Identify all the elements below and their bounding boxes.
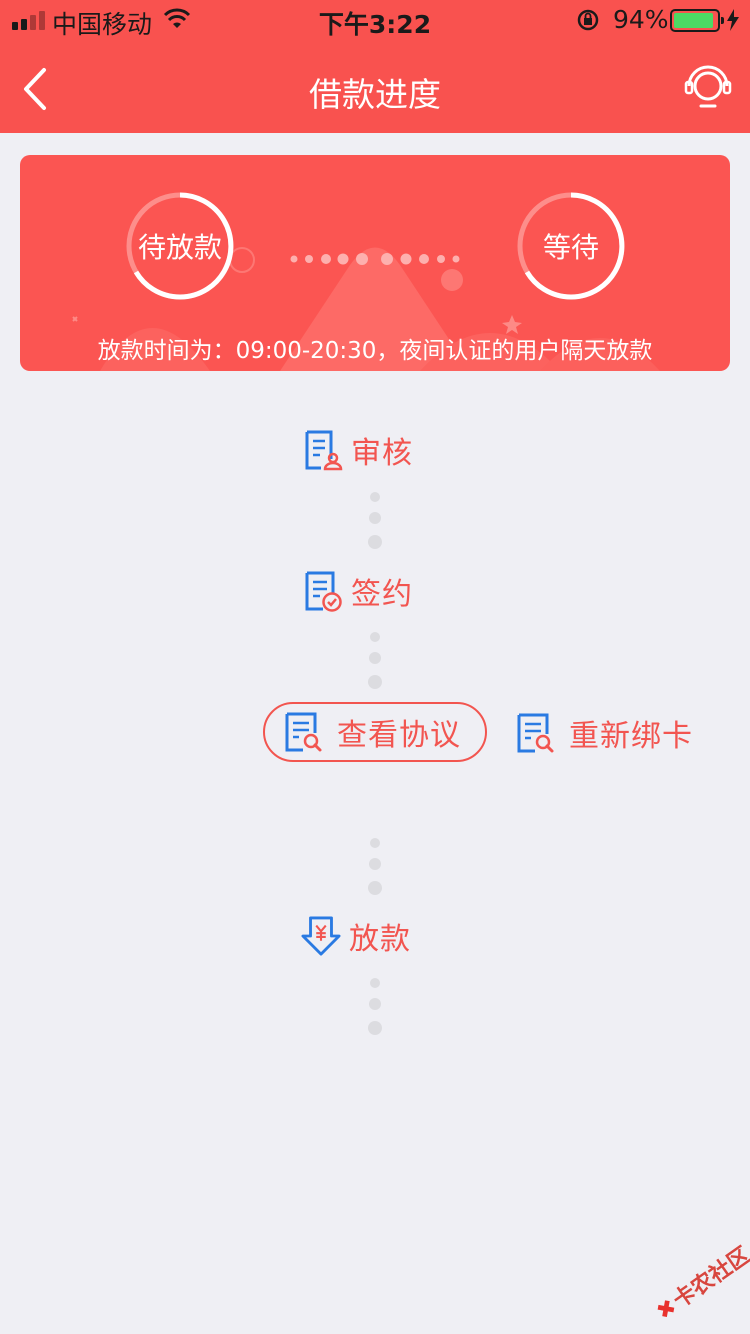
progress-dot <box>369 512 381 524</box>
progress-dot <box>369 998 381 1010</box>
rebind-card-search-icon <box>517 713 554 753</box>
progress-dot <box>370 838 380 848</box>
nav-bar: 借款进度 <box>0 40 750 133</box>
progress-dot <box>369 858 381 870</box>
step-review: 审核 <box>303 428 413 472</box>
status-ring-left: 待放款 <box>126 192 234 300</box>
agreement-search-icon <box>285 712 322 752</box>
rotation-lock-icon <box>577 9 599 31</box>
step-sign-label: 签约 <box>351 577 413 612</box>
status-bar: 中国移动 下午3:22 94% <box>0 0 750 40</box>
status-ring-right: 等待 <box>517 192 625 300</box>
step-disburse: 放款 <box>301 914 411 958</box>
review-document-icon <box>305 430 343 471</box>
progress-dot <box>370 632 380 642</box>
step-review-label: 审核 <box>351 436 413 471</box>
progress-dot <box>368 1021 382 1035</box>
progress-dot <box>368 675 382 689</box>
progress-dot <box>368 881 382 895</box>
pending-disbursement-label: 待放款 <box>137 231 222 264</box>
battery-icon <box>670 9 724 32</box>
progress-dot <box>369 652 381 664</box>
disburse-yen-arrow-icon <box>301 916 341 956</box>
status-banner: 待放款 等待 放款时间为：09:00-20:30，夜间认证的用户隔天放款 <box>20 155 730 371</box>
watermark-text: 卡农社区 <box>668 1242 750 1314</box>
view-agreement-button[interactable]: 查看协议 <box>263 702 487 762</box>
watermark-logo: ✖卡农社区 <box>649 1238 750 1326</box>
progress-dot <box>368 535 382 549</box>
rebind-card-button[interactable]: 重新绑卡 <box>515 711 693 755</box>
progress-dot <box>370 978 380 988</box>
sign-document-icon <box>305 571 342 612</box>
rebind-card-label: 重新绑卡 <box>569 719 693 754</box>
view-agreement-label: 查看协议 <box>337 718 461 753</box>
customer-service-icon[interactable] <box>684 64 732 112</box>
page-title: 借款进度 <box>309 75 441 114</box>
disbursement-time-note: 放款时间为：09:00-20:30，夜间认证的用户隔天放款 <box>97 338 653 364</box>
step-sign: 签约 <box>303 569 413 613</box>
step-disburse-label: 放款 <box>349 922 411 957</box>
battery-percent: 94% <box>613 5 669 34</box>
progress-dot <box>370 492 380 502</box>
charging-bolt-icon <box>727 9 739 31</box>
waiting-label: 等待 <box>542 231 599 264</box>
